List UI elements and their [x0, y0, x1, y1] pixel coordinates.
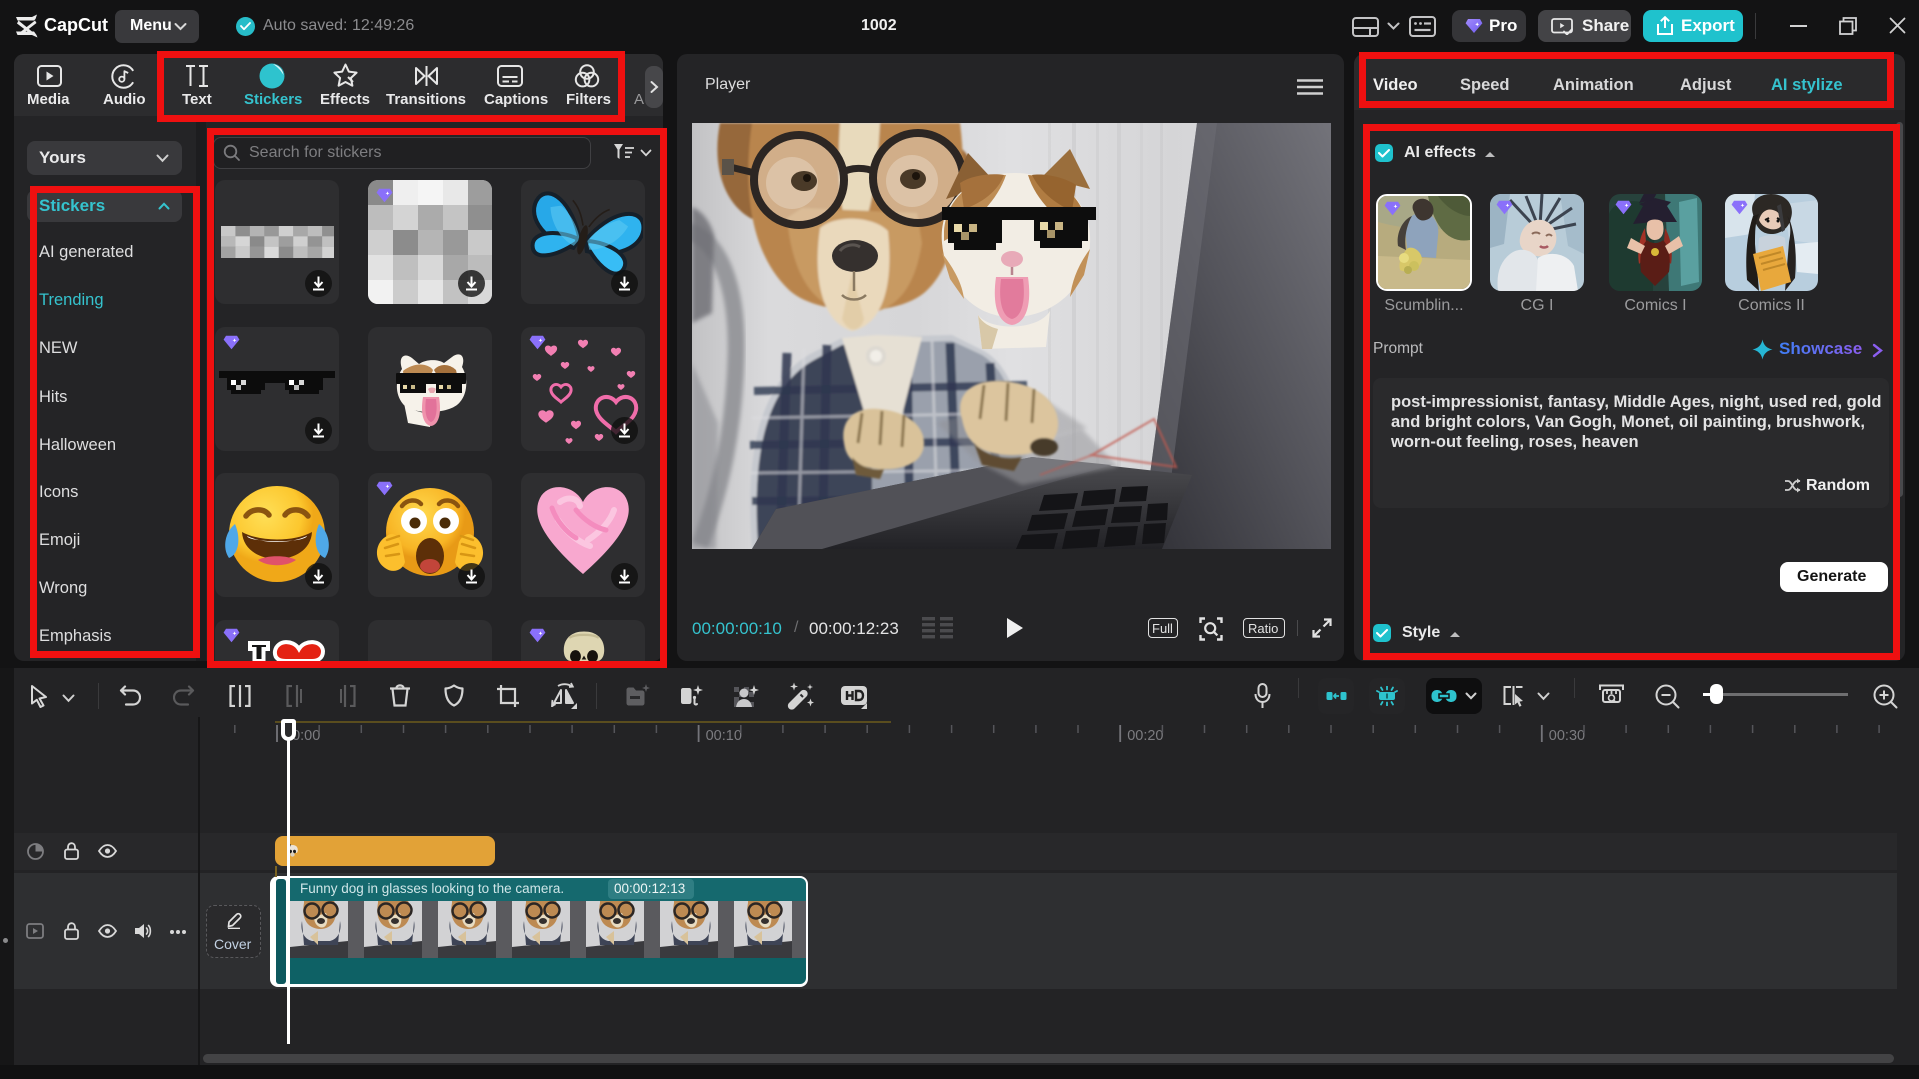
- svg-text:00:20: 00:20: [1127, 728, 1163, 744]
- svg-text:00:10: 00:10: [706, 728, 742, 744]
- svg-text:00:30: 00:30: [1549, 728, 1585, 744]
